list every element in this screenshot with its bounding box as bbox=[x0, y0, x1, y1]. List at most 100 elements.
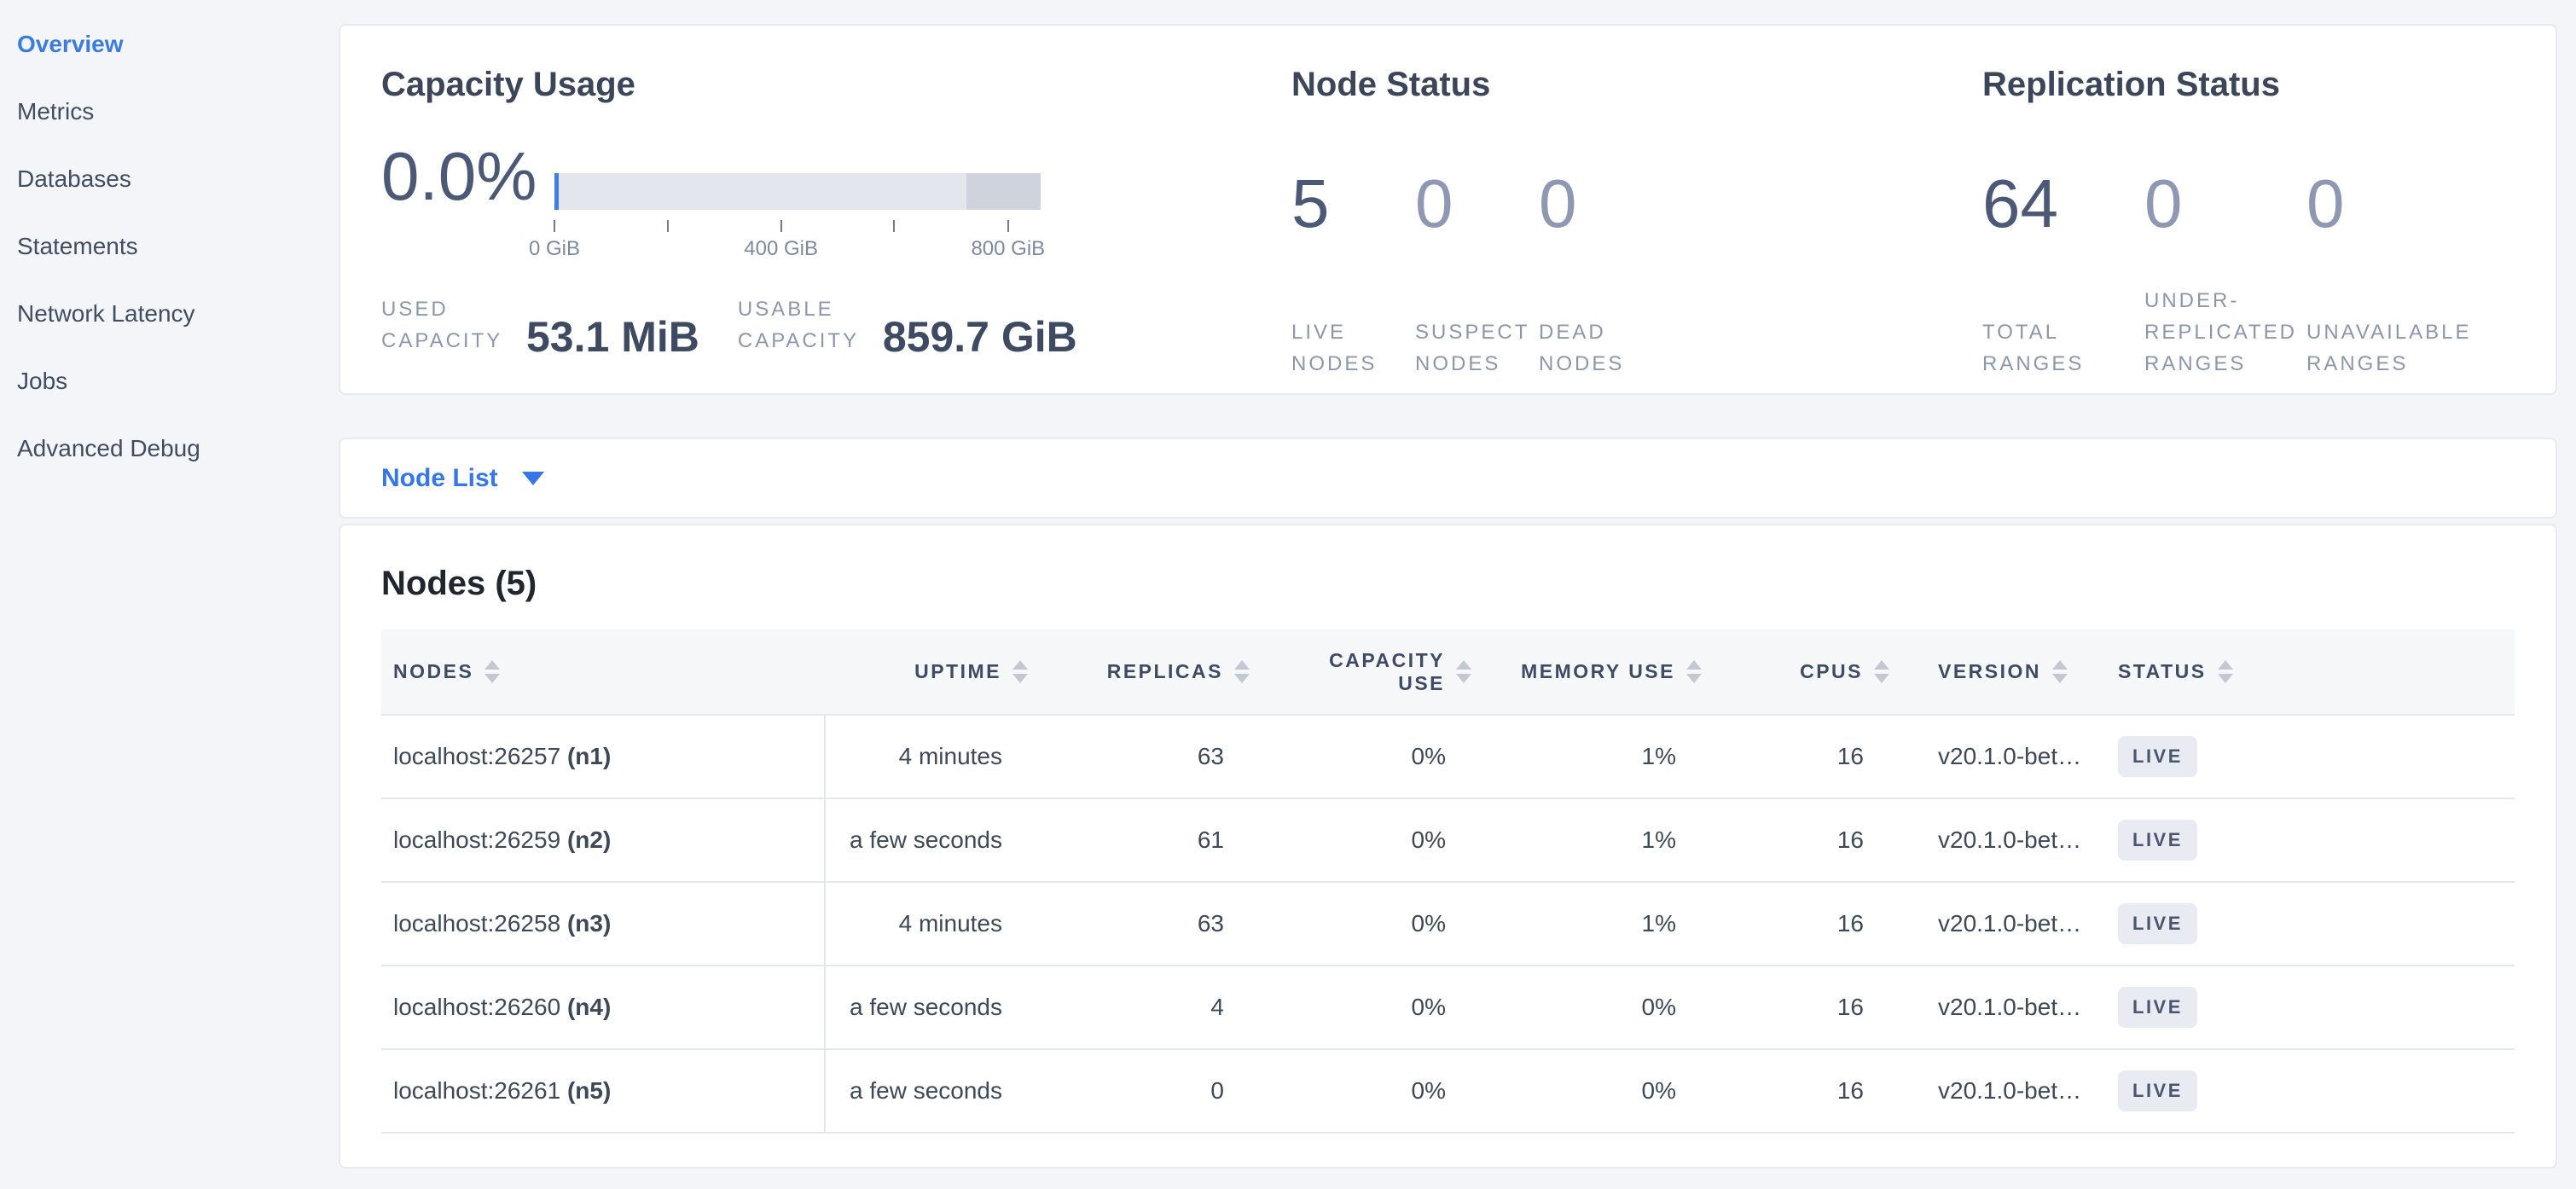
version-cell: v20.1.0-bet… bbox=[1900, 715, 2096, 798]
uptime-cell: a few seconds bbox=[825, 966, 1038, 1049]
node-address-cell: localhost:26261 (n5) bbox=[381, 1049, 825, 1133]
live-nodes-stat: 5 LIVE NODES bbox=[1291, 166, 1415, 380]
status-badge: LIVE bbox=[2118, 736, 2197, 777]
axis-label-800gib: 800 GiB bbox=[971, 237, 1045, 261]
uptime-cell: 4 minutes bbox=[825, 715, 1038, 798]
column-header-nodes[interactable]: NODES bbox=[381, 629, 825, 715]
table-row-node-3: localhost:26258 (n3) 4 minutes 63 0% 1% … bbox=[381, 882, 2515, 966]
column-header-capacity-use-label: CAPACITY USE bbox=[1308, 649, 1445, 695]
capacity-use-cell: 0% bbox=[1260, 882, 1482, 966]
cpus-cell: 16 bbox=[1712, 715, 1900, 798]
sort-icon bbox=[1234, 660, 1250, 683]
suspect-nodes-value: 0 bbox=[1415, 166, 1539, 241]
replication-status-title: Replication Status bbox=[1982, 64, 2515, 105]
capacity-use-cell: 0% bbox=[1260, 1049, 1482, 1133]
status-badge: LIVE bbox=[2118, 903, 2197, 944]
uptime-cell: 4 minutes bbox=[825, 882, 1038, 966]
capacity-usage-title: Capacity Usage bbox=[381, 64, 1291, 105]
column-header-replicas[interactable]: REPLICAS bbox=[1038, 629, 1260, 715]
live-nodes-value: 5 bbox=[1291, 166, 1415, 241]
main-content: Capacity Usage 0.0% bbox=[339, 0, 2557, 1169]
column-header-cpus-label: CPUS bbox=[1800, 660, 1863, 683]
sort-icon bbox=[2218, 660, 2233, 683]
version-cell: v20.1.0-bet… bbox=[1900, 966, 2096, 1049]
nodes-table-panel: Nodes (5) NODES UPTIME REPLICAS CAPACITY… bbox=[339, 524, 2557, 1169]
version-cell: v20.1.0-bet… bbox=[1900, 798, 2096, 882]
status-cell: LIVE bbox=[2096, 715, 2515, 798]
node-status-title: Node Status bbox=[1291, 64, 1982, 105]
sort-icon bbox=[484, 660, 500, 683]
sidebar-item-jobs[interactable]: Jobs bbox=[0, 347, 339, 415]
memory-use-cell: 0% bbox=[1482, 966, 1712, 1049]
nodes-table-title: Nodes (5) bbox=[381, 563, 2515, 604]
node-list-selector-panel: Node List bbox=[339, 438, 2557, 519]
chevron-down-icon[interactable] bbox=[522, 472, 544, 485]
dead-nodes-stat: 0 DEAD NODES bbox=[1539, 166, 1662, 380]
replicas-cell: 63 bbox=[1038, 882, 1260, 966]
cluster-summary-panel: Capacity Usage 0.0% bbox=[339, 24, 2557, 395]
suspect-nodes-stat: 0 SUSPECT NODES bbox=[1415, 166, 1539, 380]
sidebar-nav: Overview Metrics Databases Statements Ne… bbox=[0, 0, 339, 1189]
usable-capacity-label: USABLE CAPACITY bbox=[738, 293, 883, 357]
column-header-cpus[interactable]: CPUS bbox=[1712, 629, 1900, 715]
sidebar-item-metrics[interactable]: Metrics bbox=[0, 78, 339, 145]
status-cell: LIVE bbox=[2096, 966, 2515, 1049]
uptime-cell: a few seconds bbox=[825, 1049, 1038, 1133]
status-cell: LIVE bbox=[2096, 798, 2515, 882]
node-address-cell: localhost:26257 (n1) bbox=[381, 715, 825, 798]
under-replicated-ranges-label: UNDER-REPLICATED RANGES bbox=[2144, 285, 2306, 380]
cockroachdb-admin-overview: Overview Metrics Databases Statements Ne… bbox=[0, 0, 2576, 1189]
usable-capacity-value: 859.7 GiB bbox=[883, 314, 1077, 360]
sidebar-item-overview[interactable]: Overview bbox=[0, 10, 339, 78]
capacity-gauge-used-marker bbox=[554, 173, 559, 210]
capacity-axis-ticks bbox=[554, 210, 1041, 232]
node-address-cell: localhost:26259 (n2) bbox=[381, 798, 825, 882]
under-replicated-ranges-stat: 0 UNDER-REPLICATED RANGES bbox=[2144, 166, 2306, 380]
memory-use-cell: 1% bbox=[1482, 715, 1712, 798]
cpus-cell: 16 bbox=[1712, 1049, 1900, 1133]
memory-use-cell: 1% bbox=[1482, 882, 1712, 966]
version-cell: v20.1.0-bet… bbox=[1900, 1049, 2096, 1133]
unavailable-ranges-label: UNAVAILABLE RANGES bbox=[2306, 316, 2469, 380]
column-header-nodes-label: NODES bbox=[393, 660, 473, 683]
version-cell: v20.1.0-bet… bbox=[1900, 882, 2096, 966]
table-row-node-4: localhost:26260 (n4) a few seconds 4 0% … bbox=[381, 966, 2515, 1049]
sort-icon bbox=[1456, 660, 1471, 683]
total-ranges-label: TOTAL RANGES bbox=[1982, 316, 2144, 380]
column-header-uptime[interactable]: UPTIME bbox=[825, 629, 1038, 715]
live-nodes-label: LIVE NODES bbox=[1291, 316, 1415, 380]
node-list-dropdown[interactable]: Node List bbox=[381, 464, 498, 493]
sidebar-item-network-latency[interactable]: Network Latency bbox=[0, 280, 339, 347]
uptime-cell: a few seconds bbox=[825, 798, 1038, 882]
axis-label-0gib: 0 GiB bbox=[529, 237, 580, 261]
table-row-node-2: localhost:26259 (n2) a few seconds 61 0%… bbox=[381, 798, 2515, 882]
replicas-cell: 63 bbox=[1038, 715, 1260, 798]
used-capacity-stat: USED CAPACITY 53.1 MiB bbox=[381, 293, 699, 360]
column-header-memory-use[interactable]: MEMORY USE bbox=[1482, 629, 1712, 715]
capacity-use-cell: 0% bbox=[1260, 966, 1482, 1049]
capacity-gauge-reserved-segment bbox=[966, 173, 1041, 210]
total-ranges-value: 64 bbox=[1982, 166, 2144, 241]
replication-status-section: Replication Status 64 TOTAL RANGES 0 UND… bbox=[1982, 64, 2515, 393]
sort-icon bbox=[2052, 660, 2068, 683]
status-badge: LIVE bbox=[2118, 987, 2197, 1028]
capacity-axis-labels: 0 GiB 400 GiB 800 GiB bbox=[554, 237, 1041, 263]
column-header-replicas-label: REPLICAS bbox=[1107, 660, 1223, 683]
sidebar-item-statements[interactable]: Statements bbox=[0, 212, 339, 280]
capacity-usage-section: Capacity Usage 0.0% bbox=[381, 64, 1291, 393]
column-header-status[interactable]: STATUS bbox=[2096, 629, 2515, 715]
status-cell: LIVE bbox=[2096, 1049, 2515, 1133]
sidebar-item-databases[interactable]: Databases bbox=[0, 145, 339, 212]
status-cell: LIVE bbox=[2096, 882, 2515, 966]
sort-icon bbox=[1686, 660, 1702, 683]
node-address-cell: localhost:26260 (n4) bbox=[381, 966, 825, 1049]
memory-use-cell: 1% bbox=[1482, 798, 1712, 882]
memory-use-cell: 0% bbox=[1482, 1049, 1712, 1133]
used-capacity-value: 53.1 MiB bbox=[526, 314, 699, 360]
used-capacity-label: USED CAPACITY bbox=[381, 293, 526, 357]
nodes-table: NODES UPTIME REPLICAS CAPACITY USE MEMOR… bbox=[381, 629, 2515, 1134]
column-header-capacity-use[interactable]: CAPACITY USE bbox=[1260, 629, 1482, 715]
dead-nodes-label: DEAD NODES bbox=[1539, 316, 1662, 380]
column-header-version[interactable]: VERSION bbox=[1900, 629, 2096, 715]
sidebar-item-advanced-debug[interactable]: Advanced Debug bbox=[0, 415, 339, 482]
